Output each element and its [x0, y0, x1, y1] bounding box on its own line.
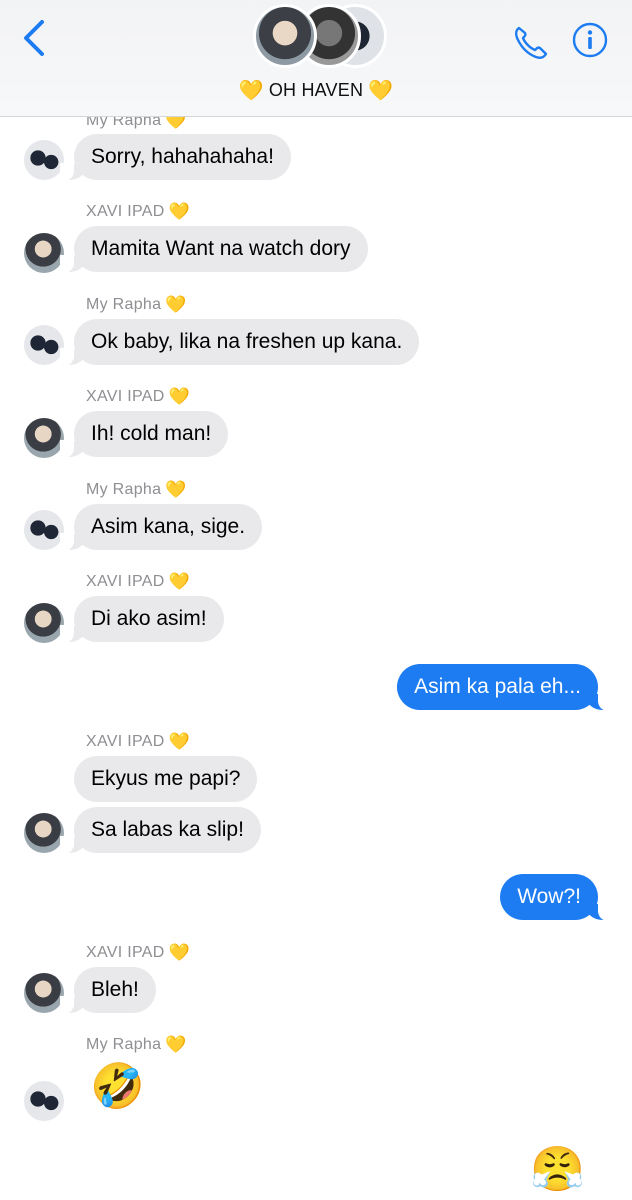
message-bubble[interactable]: Sorry, hahahahaha! [60, 134, 291, 181]
rofl-emoji-message[interactable]: 🤣 [90, 1063, 145, 1111]
sender-name: XAVI IPAD [86, 944, 165, 961]
heart-icon: 💛 [165, 1035, 187, 1054]
heart-icon: 💛 [168, 572, 191, 591]
sent-message-bubble[interactable]: Wow?! [500, 874, 612, 921]
heart-icon: 💛 [168, 943, 191, 962]
conversation-header: 💛 OH HAVEN 💛 [0, 0, 632, 117]
phone-icon [515, 26, 548, 59]
avatar[interactable] [24, 973, 64, 1013]
sender-name: XAVI IPAD [86, 203, 165, 220]
info-button[interactable] [572, 22, 608, 58]
back-button[interactable] [18, 18, 54, 58]
group-avatars[interactable] [253, 4, 387, 74]
heart-icon: 💛 [168, 732, 191, 751]
avatar[interactable] [24, 603, 64, 643]
avatar[interactable] [24, 813, 64, 853]
sender-label: XAVI IPAD 💛 [86, 732, 190, 752]
sender-name: XAVI IPAD [86, 733, 165, 750]
group-name-text: OH HAVEN [268, 80, 364, 100]
sender-label: XAVI IPAD 💛 [86, 387, 190, 407]
avatar[interactable] [24, 140, 64, 180]
heart-icon: 💛 [165, 480, 187, 499]
sender-label: My Rapha 💛 [86, 295, 187, 315]
avatar[interactable] [24, 233, 64, 273]
heart-icon: 💛 [368, 80, 394, 102]
message-bubble[interactable]: Sa labas ka slip! [60, 807, 261, 854]
message-bubble[interactable]: Mamita Want na watch dory [60, 226, 368, 273]
avatar[interactable] [24, 510, 64, 550]
message-bubble[interactable]: Ok baby, lika na freshen up kana. [59, 319, 420, 366]
sender-name: My Rapha [86, 1036, 162, 1053]
heart-icon: 💛 [165, 295, 187, 314]
sender-label: XAVI IPAD 💛 [86, 943, 190, 963]
call-button[interactable] [510, 22, 550, 62]
message-bubble[interactable]: Di ako asim! [60, 596, 224, 643]
sender-label: My Rapha 💛 [86, 1035, 187, 1055]
heart-icon: 💛 [238, 80, 264, 102]
message-bubble[interactable]: Asim kana, sige. [59, 504, 263, 551]
avatar[interactable] [24, 1081, 64, 1121]
info-icon [572, 22, 608, 58]
sender-name: XAVI IPAD [86, 573, 165, 590]
message-bubble[interactable]: Bleh! [60, 967, 156, 1014]
chevron-left-icon [24, 20, 44, 56]
message-bubble[interactable]: Ekyus me papi? [74, 756, 258, 802]
sender-name: My Rapha [86, 481, 162, 498]
group-title[interactable]: 💛 OH HAVEN 💛 [0, 78, 632, 103]
sent-message-bubble[interactable]: Asim ka pala eh... [397, 664, 612, 711]
heart-icon: 💛 [168, 202, 191, 221]
message-bubble[interactable]: Ih! cold man! [59, 411, 229, 458]
sender-name: XAVI IPAD [86, 388, 165, 405]
avatar[interactable] [24, 325, 64, 365]
sender-name: My Rapha [86, 296, 162, 313]
avatar [253, 4, 317, 68]
sender-label: XAVI IPAD 💛 [86, 202, 190, 222]
avatar[interactable] [24, 418, 64, 458]
sender-label: My Rapha 💛 [86, 480, 187, 500]
triumph-emoji-message[interactable]: 😤 [530, 1146, 585, 1194]
sender-label: XAVI IPAD 💛 [86, 572, 190, 592]
heart-icon: 💛 [168, 387, 191, 406]
